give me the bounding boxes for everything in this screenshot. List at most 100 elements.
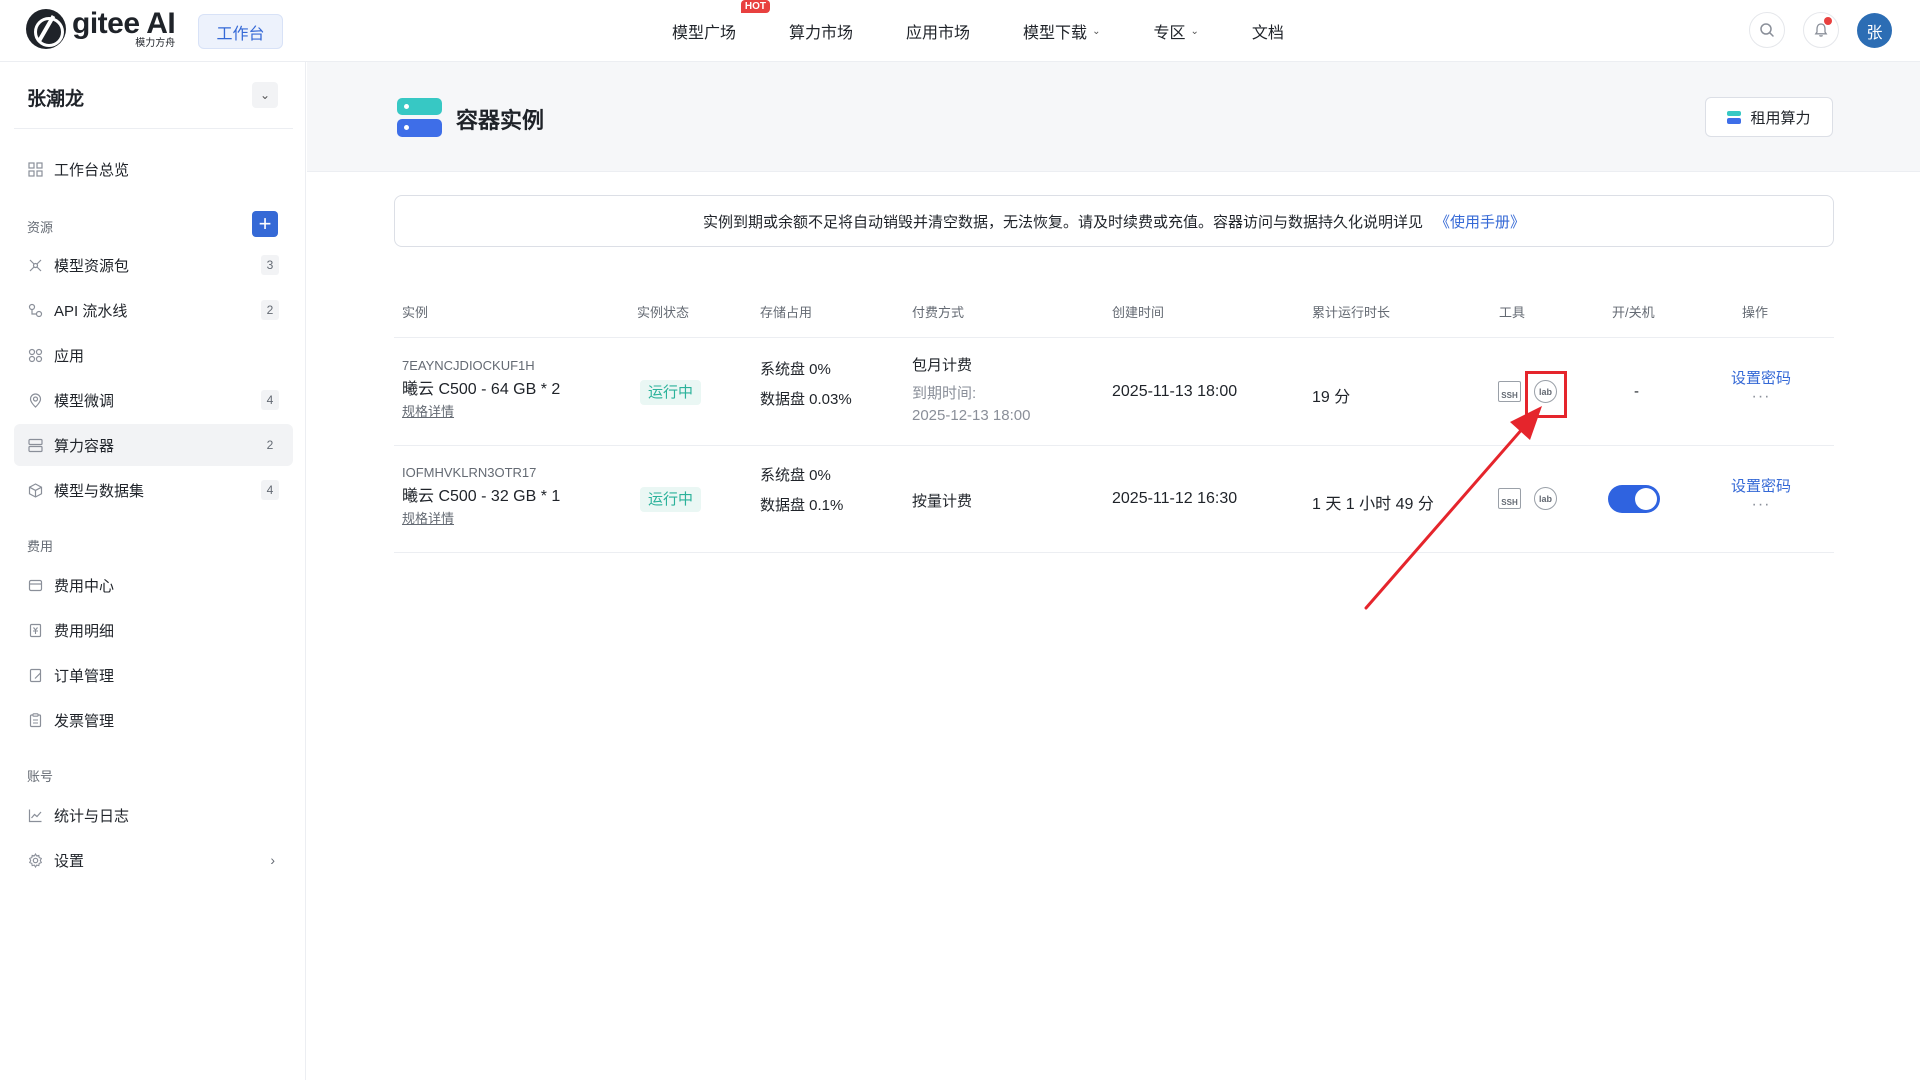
- sidebar-item-label: 费用明细: [54, 622, 115, 640]
- nav-label: 算力市场: [789, 25, 854, 42]
- nav-label: 文档: [1251, 25, 1284, 42]
- created-time: 2025-11-12 16:30: [1112, 490, 1238, 507]
- column-header: 累计运行时长: [1312, 305, 1391, 320]
- ssh-tool-button[interactable]: SSH: [1498, 381, 1521, 402]
- ssh-tool-button[interactable]: SSH: [1498, 488, 1521, 509]
- section-title-account: 账号: [27, 769, 54, 784]
- system-disk-usage: 系统盘 0%: [760, 361, 831, 378]
- count-badge: 3: [261, 255, 279, 275]
- table-header: 实例 实例状态 存储占用 付费方式 创建时间 累计运行时长 工具 开/关机 操作: [394, 288, 1834, 338]
- column-header: 实例状态: [637, 305, 690, 320]
- workbench-button[interactable]: 工作台: [198, 14, 283, 49]
- add-resource-button[interactable]: +: [252, 211, 278, 237]
- sidebar-item-models-datasets[interactable]: 模型与数据集 4: [14, 469, 293, 511]
- column-header: 工具: [1499, 305, 1526, 320]
- nav-compute-market[interactable]: 算力市场: [789, 19, 853, 43]
- table-row: IOFMHVKLRN3OTR17 曦云 C500 - 32 GB * 1 规格详…: [394, 447, 1834, 553]
- sidebar-item-label: 设置: [54, 852, 85, 870]
- nav-model-download[interactable]: 模型下载 ⌄: [1023, 19, 1100, 43]
- table-row: 7EAYNCJDIOCKUF1H 曦云 C500 - 64 GB * 2 规格详…: [394, 339, 1834, 446]
- sidebar-item-label: 订单管理: [54, 667, 115, 685]
- payment-method: 按量计费: [912, 493, 973, 510]
- manual-link[interactable]: 《使用手册》: [1435, 211, 1525, 232]
- spec-detail-link[interactable]: 规格详情: [402, 401, 560, 420]
- expire-label: 到期时间:: [912, 385, 977, 402]
- divider: [14, 128, 293, 129]
- data-disk-usage: 数据盘 0.1%: [760, 497, 844, 514]
- annotation-highlight-box: [1525, 371, 1567, 418]
- nav-label: 应用市场: [906, 25, 971, 42]
- sidebar-item-api-pipeline[interactable]: API 流水线 2: [14, 289, 293, 331]
- sidebar-item-label: 应用: [54, 347, 85, 365]
- sidebar-item-settings[interactable]: 设置 ›: [14, 839, 293, 881]
- rent-compute-label: 租用算力: [1750, 109, 1811, 127]
- hot-badge: HOT: [740, 0, 771, 13]
- model-package-icon: [27, 257, 44, 274]
- nav-zone[interactable]: 专区 ⌄: [1153, 19, 1198, 43]
- instance-id: IOFMHVKLRN3OTR17: [402, 465, 537, 480]
- payment-method: 包月计费: [912, 357, 973, 374]
- sidebar-item-stats-logs[interactable]: 统计与日志: [14, 794, 293, 836]
- column-header: 开/关机: [1612, 305, 1655, 320]
- set-password-link[interactable]: 设置密码: [1726, 367, 1796, 388]
- actions-cell: 设置密码 ···: [1726, 367, 1796, 406]
- rent-compute-button[interactable]: 租用算力: [1705, 97, 1833, 137]
- nav-app-market[interactable]: 应用市场: [906, 19, 970, 43]
- account-switch-button[interactable]: ⌄: [252, 82, 278, 108]
- sidebar-item-apps[interactable]: 应用: [14, 334, 293, 376]
- storage-cell: 系统盘 0% 数据盘 0.03%: [760, 355, 852, 415]
- apps-icon: [27, 347, 44, 364]
- search-button[interactable]: [1749, 12, 1785, 48]
- more-actions-button[interactable]: ···: [1726, 388, 1796, 406]
- container-icon: [27, 437, 44, 454]
- section-title-resources: 资源: [27, 220, 54, 235]
- sidebar-item-finetune[interactable]: 模型微调 4: [14, 379, 293, 421]
- cube-icon: [27, 482, 44, 499]
- count-badge: 2: [261, 300, 279, 320]
- sidebar-item-compute-container[interactable]: 算力容器 2: [14, 424, 293, 466]
- sidebar-item-label: 算力容器: [54, 437, 115, 455]
- nav-docs[interactable]: 文档: [1252, 19, 1284, 43]
- container-stack-icon: [397, 98, 442, 137]
- ssh-icon: SSH: [1498, 488, 1521, 509]
- status-cell: 运行中: [640, 380, 702, 405]
- sidebar-item-model-package[interactable]: 模型资源包 3: [14, 244, 293, 286]
- notice-text: 实例到期或余额不足将自动销毁并清空数据，无法恢复。请及时续费或充值。容器访问与数…: [702, 213, 1423, 231]
- brand-name: gitee AI: [72, 7, 176, 40]
- top-header: gitee AI 模力方舟 工作台 模型广场 HOT 算力市场 应用市场 模型下…: [0, 0, 1920, 62]
- notice-banner: 实例到期或余额不足将自动销毁并清空数据，无法恢复。请及时续费或充值。容器访问与数…: [394, 195, 1834, 247]
- nav-model-square[interactable]: 模型广场 HOT: [672, 0, 771, 43]
- notification-dot: [1824, 17, 1832, 25]
- instance-cell: IOFMHVKLRN3OTR17 曦云 C500 - 32 GB * 1 规格详…: [402, 465, 560, 527]
- chevron-down-icon: ⌄: [1190, 25, 1199, 37]
- sidebar-item-invoices[interactable]: 发票管理: [14, 699, 293, 741]
- more-actions-button[interactable]: ···: [1726, 496, 1796, 514]
- power-state: -: [1634, 383, 1639, 400]
- runtime: 19 分: [1312, 389, 1351, 406]
- payment-cell: 包月计费 到期时间: 2025-12-13 18:00: [912, 354, 1030, 427]
- created-time: 2025-11-13 18:00: [1112, 383, 1238, 400]
- lab-tool-button[interactable]: lab: [1534, 487, 1557, 510]
- chevron-down-icon: ⌄: [259, 88, 271, 102]
- sidebar-item-orders[interactable]: 订单管理: [14, 654, 293, 696]
- sidebar-item-billing-center[interactable]: 费用中心: [14, 564, 293, 606]
- sidebar-item-overview[interactable]: 工作台总览: [14, 148, 293, 190]
- brand-subtitle: 模力方舟: [135, 38, 176, 49]
- instance-name: 曦云 C500 - 64 GB * 2: [402, 381, 561, 398]
- avatar[interactable]: 张: [1857, 13, 1892, 48]
- nav-label: 专区: [1153, 25, 1186, 42]
- column-header: 操作: [1742, 305, 1769, 320]
- chevron-right-icon: ›: [270, 852, 275, 868]
- column-header: 付费方式: [912, 305, 965, 320]
- ssh-icon: SSH: [1498, 381, 1521, 402]
- power-toggle[interactable]: [1608, 485, 1660, 513]
- nav-label: 模型下载: [1023, 25, 1088, 42]
- set-password-link[interactable]: 设置密码: [1726, 475, 1796, 496]
- spec-detail-link[interactable]: 规格详情: [402, 508, 560, 527]
- invoice-icon: [27, 712, 44, 729]
- sidebar-item-billing-details[interactable]: 费用明细: [14, 609, 293, 651]
- notification-button[interactable]: [1803, 12, 1839, 48]
- status-badge: 运行中: [640, 380, 702, 405]
- grid-icon: [27, 161, 44, 178]
- logo[interactable]: gitee AI 模力方舟: [26, 7, 176, 49]
